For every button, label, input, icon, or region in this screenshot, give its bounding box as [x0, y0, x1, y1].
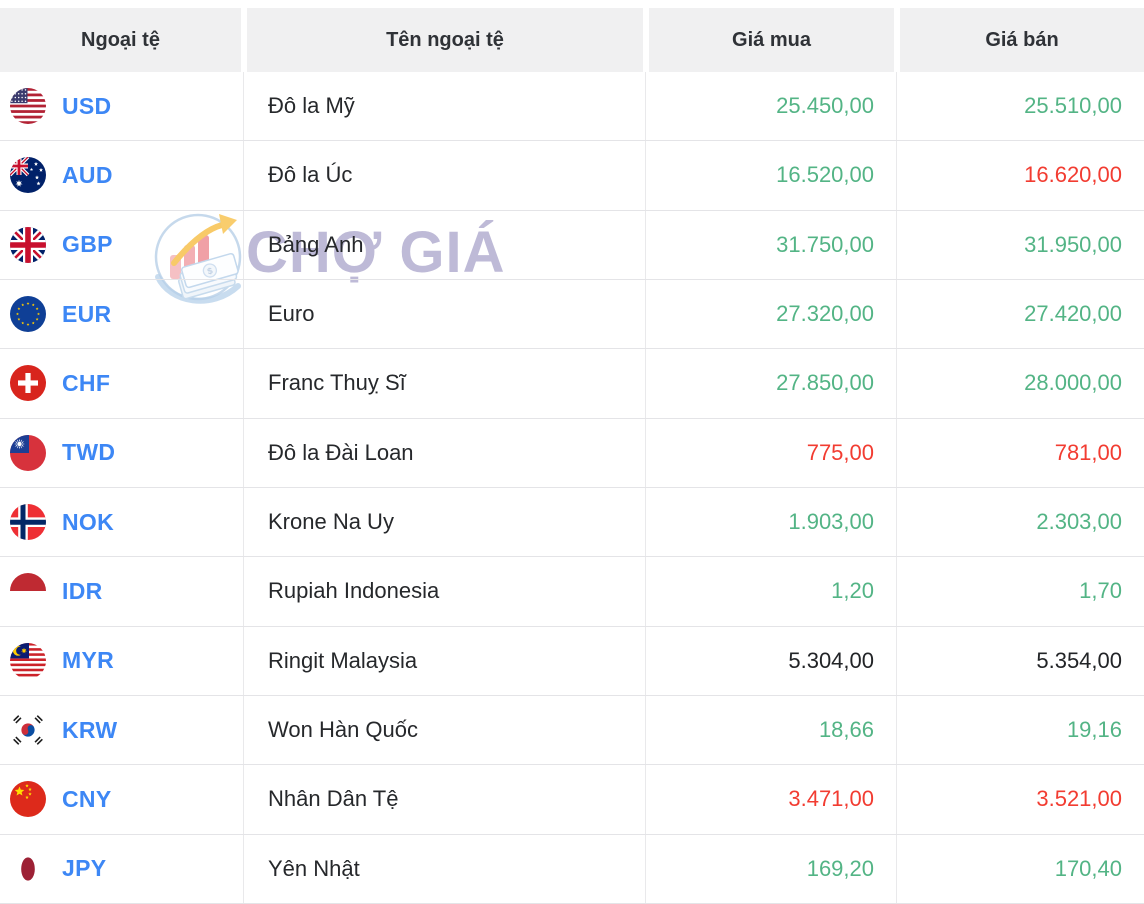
- table-row: MYR Ringit Malaysia 5.304,00 5.354,00: [0, 626, 1144, 696]
- currency-code-link[interactable]: MYR: [62, 647, 114, 674]
- currency-cell: IDR: [0, 557, 244, 626]
- currency-cell: CHF: [0, 349, 244, 418]
- table-row: JPY Yên Nhật 169,20 170,40: [0, 834, 1144, 904]
- currency-name: Won Hàn Quốc: [244, 695, 646, 765]
- currency-cell: KRW: [0, 695, 244, 765]
- currency-name: Đô la Mỹ: [244, 72, 646, 141]
- currency-cell: TWD: [0, 418, 244, 487]
- currency-name: Đô la Đài Loan: [244, 418, 646, 487]
- currency-cell: MYR: [0, 626, 244, 695]
- table-row: CHF Franc Thuỵ Sĩ 27.850,00 28.000,00: [0, 349, 1144, 419]
- currency-code-link[interactable]: CHF: [62, 370, 110, 397]
- table-row: NOK Krone Na Uy 1.903,00 2.303,00: [0, 487, 1144, 558]
- flag-usa-icon: [10, 88, 46, 125]
- currency-cell: AUD: [0, 141, 244, 210]
- table-row: IDR Rupiah Indonesia 1,20 1,70: [0, 557, 1144, 627]
- buy-price: 25.450,00: [646, 72, 897, 141]
- currency-code-link[interactable]: GBP: [62, 231, 113, 258]
- sell-price: 3.521,00: [1036, 786, 1122, 812]
- column-header-sell-price: Giá bán: [900, 8, 1144, 72]
- buy-price: 31.750,00: [646, 210, 897, 279]
- flag-norway-icon: [10, 504, 46, 541]
- currency-name: Krone Na Uy: [244, 487, 646, 557]
- currency-cell: CNY: [0, 765, 244, 834]
- currency-name: Franc Thuỵ Sĩ: [244, 349, 646, 418]
- currency-code-link[interactable]: EUR: [62, 301, 111, 328]
- currency-code-link[interactable]: TWD: [62, 439, 115, 466]
- currency-code-link[interactable]: AUD: [62, 162, 113, 189]
- table-body: USD Đô la Mỹ 25.450,00 25.510,00 AUD Đô la Úc…: [0, 72, 1144, 904]
- sell-price: 2.303,00: [1036, 509, 1122, 535]
- sell-price: 31.950,00: [1024, 231, 1122, 257]
- table-row: TWD Đô la Đài Loan 775,00 781,00: [0, 418, 1144, 488]
- currency-cell: EUR: [0, 279, 244, 349]
- table-row: GBP Bảng Anh 31.750,00 31.950,00: [0, 210, 1144, 280]
- flag-japan-icon: [10, 850, 46, 887]
- currency-code-link[interactable]: JPY: [62, 855, 106, 882]
- buy-price: 775,00: [646, 418, 897, 487]
- currency-cell: GBP: [0, 210, 244, 279]
- currency-code-link[interactable]: CNY: [62, 786, 111, 813]
- buy-price: 27.320,00: [646, 279, 897, 349]
- flag-switzerland-icon: [10, 365, 46, 402]
- buy-price: 16.520,00: [646, 141, 897, 210]
- flag-china-icon: [10, 781, 46, 818]
- currency-cell: JPY: [0, 834, 244, 903]
- table-row: AUD Đô la Úc 16.520,00 16.620,00: [0, 141, 1144, 211]
- currency-code-link[interactable]: NOK: [62, 509, 114, 536]
- sell-price: 170,40: [1054, 855, 1122, 881]
- flag-south-korea-icon: [10, 712, 46, 749]
- table-row: EUR Euro 27.320,00 27.420,00: [0, 279, 1144, 350]
- buy-price: 18,66: [646, 695, 897, 765]
- currency-rate-table-page: $ CHỢ GIÁ Ngoại tệ Tên ngoại tệ Giá mua …: [0, 0, 1144, 904]
- flag-uk-icon: [10, 226, 46, 263]
- flag-indonesia-icon: [10, 573, 46, 610]
- flag-taiwan-icon: [10, 434, 46, 471]
- flag-malaysia-icon: [10, 642, 46, 679]
- sell-price: 5.354,00: [1036, 647, 1122, 673]
- sell-price: 1,70: [1079, 578, 1122, 604]
- table-row: CNY Nhân Dân Tệ 3.471,00 3.521,00: [0, 765, 1144, 835]
- sell-price: 28.000,00: [1024, 370, 1122, 396]
- table-row: USD Đô la Mỹ 25.450,00 25.510,00: [0, 72, 1144, 142]
- sell-price: 781,00: [1054, 439, 1122, 465]
- column-header-currency: Ngoại tệ: [0, 8, 241, 72]
- column-header-currency-name: Tên ngoại tệ: [247, 8, 643, 72]
- sell-price: 27.420,00: [1024, 301, 1122, 327]
- currency-name: Nhân Dân Tệ: [244, 765, 646, 834]
- sell-price: 25.510,00: [1024, 93, 1122, 119]
- table-row: KRW Won Hàn Quốc 18,66 19,16: [0, 695, 1144, 766]
- currency-name: Yên Nhật: [244, 834, 646, 903]
- buy-price: 5.304,00: [646, 626, 897, 695]
- currency-name: Ringit Malaysia: [244, 626, 646, 695]
- currency-code-link[interactable]: KRW: [62, 717, 117, 744]
- buy-price: 1,20: [646, 557, 897, 626]
- buy-price: 3.471,00: [646, 765, 897, 834]
- currency-cell: NOK: [0, 487, 244, 557]
- currency-name: Euro: [244, 279, 646, 349]
- currency-code-link[interactable]: IDR: [62, 578, 103, 605]
- flag-australia-icon: [10, 157, 46, 194]
- currency-name: Đô la Úc: [244, 141, 646, 210]
- currency-code-link[interactable]: USD: [62, 93, 111, 120]
- sell-price: 16.620,00: [1024, 162, 1122, 188]
- buy-price: 169,20: [646, 834, 897, 903]
- currency-cell: USD: [0, 72, 244, 141]
- buy-price: 27.850,00: [646, 349, 897, 418]
- currency-name: Bảng Anh: [244, 210, 646, 279]
- table-header: Ngoại tệ Tên ngoại tệ Giá mua Giá bán: [0, 8, 1144, 72]
- flag-eu-icon: [10, 296, 46, 333]
- column-header-buy-price: Giá mua: [649, 8, 894, 72]
- currency-name: Rupiah Indonesia: [244, 557, 646, 626]
- sell-price: 19,16: [1066, 717, 1122, 743]
- buy-price: 1.903,00: [646, 487, 897, 557]
